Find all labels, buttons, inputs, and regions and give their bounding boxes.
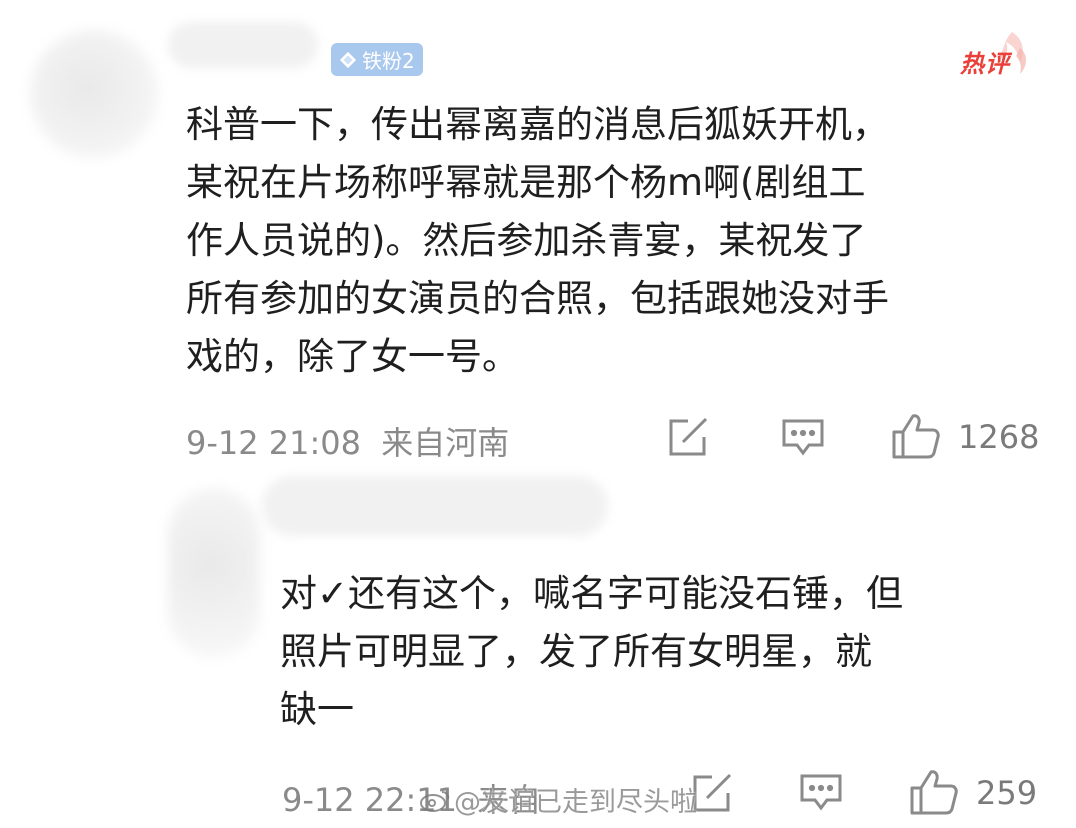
location: 来自河南 [381,424,510,462]
like-count: 259 [976,774,1038,812]
timestamp: 9-12 21:08 [186,424,362,462]
like-icon[interactable] [891,412,941,460]
comment-line: 某祝在片场称呼幂就是那个杨m啊(剧组工 [186,161,866,204]
weibo-watermark: @友谊已走到尽头啦 [420,780,697,819]
comment-line: 作人员说的)。然后参加杀青宴，某祝发了 [186,219,867,262]
reply-icon[interactable] [781,418,825,458]
watermark-text: @友谊已走到尽头啦 [454,787,697,818]
avatar[interactable] [30,30,158,158]
reply-body: 对✓还有这个，喊名字可能没石锤，但 照片可明显了，发了所有女明星，就 缺一 [280,565,903,739]
username[interactable] [168,22,318,68]
diamond-icon [339,51,357,68]
like-count: 1268 [958,418,1040,456]
comment-line: 照片可明显了，发了所有女明星，就 [280,630,872,673]
fan-level-badge[interactable]: 铁粉2 [331,43,423,76]
comment-line: 缺一 [280,688,354,731]
comment-body: 科普一下，传出幂离嘉的消息后狐妖开机， 某祝在片场称呼幂就是那个杨m啊(剧组工 … [186,96,889,386]
hot-label: 热评 [960,50,1010,78]
share-icon[interactable] [666,417,710,459]
like-icon[interactable] [909,768,959,816]
reply-icon[interactable] [799,773,843,813]
comment-line: 科普一下，传出幂离嘉的消息后狐妖开机， [186,103,889,146]
comment-line: 所有参加的女演员的合照，包括跟她没对手 [186,277,889,320]
reply-avatar[interactable] [168,488,260,658]
reply-username[interactable] [262,476,608,536]
comment-line: 对✓还有这个，喊名字可能没石锤，但 [280,572,904,615]
hot-comment-badge: 热评 [960,28,1032,78]
badge-label: 铁粉2 [362,49,415,73]
comment-meta: 9-12 21:08 来自河南 [186,418,509,464]
comment-line: 戏的，除了女一号。 [186,335,519,378]
weibo-logo-icon [420,790,450,812]
